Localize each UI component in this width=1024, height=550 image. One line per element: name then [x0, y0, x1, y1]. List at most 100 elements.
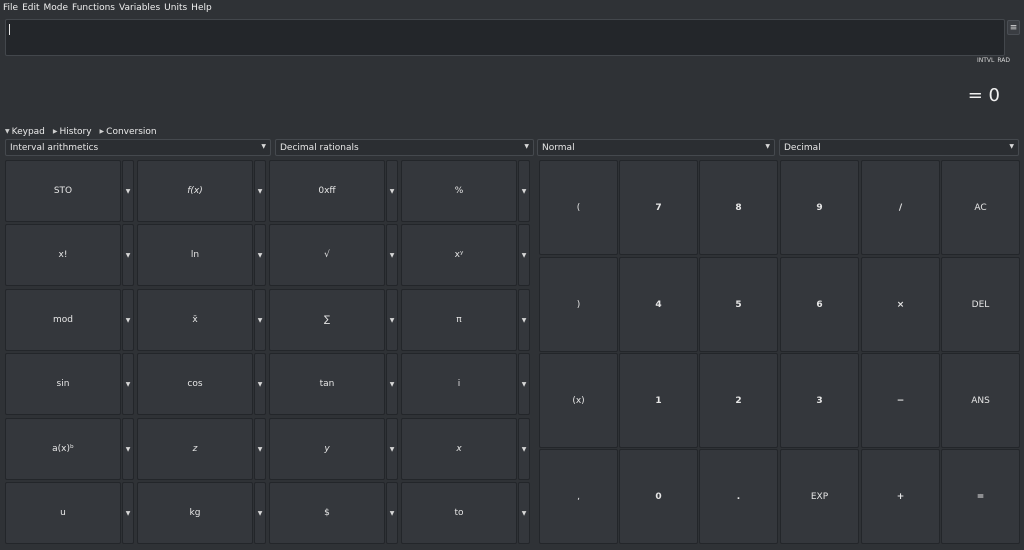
menu-file[interactable]: File — [3, 3, 18, 13]
convert-to-menu-button[interactable]: ▼ — [518, 482, 530, 544]
variable-y-button[interactable]: y — [269, 418, 385, 480]
close-paren-key[interactable]: ) — [539, 257, 618, 352]
unit-u-menu-button[interactable]: ▼ — [122, 482, 134, 544]
rational-mode-value: Decimal rationals — [280, 142, 359, 153]
menu-mode[interactable]: Mode — [44, 3, 69, 13]
pi-menu-button[interactable]: ▼ — [518, 289, 530, 351]
tab-history[interactable]: ▶ History — [53, 126, 92, 137]
variable-x-menu-button[interactable]: ▼ — [518, 418, 530, 480]
imaginary-menu-button[interactable]: ▼ — [518, 353, 530, 415]
unit-kg-button[interactable]: kg — [137, 482, 253, 544]
digit-9-key[interactable]: 9 — [780, 160, 859, 255]
answer-key[interactable]: ANS — [941, 353, 1020, 448]
variable-z-button[interactable]: z — [137, 418, 253, 480]
display-mode-select[interactable]: Normal ▼ — [537, 139, 775, 156]
sqrt-button[interactable]: √ — [269, 224, 385, 286]
all-clear-key[interactable]: AC — [941, 160, 1020, 255]
pi-button[interactable]: π — [401, 289, 517, 351]
menu-edit[interactable]: Edit — [22, 3, 39, 13]
dropdown-arrow-icon: ▼ — [125, 445, 131, 453]
sqrt-menu-button[interactable]: ▼ — [386, 224, 398, 286]
tab-keypad[interactable]: ▼ Keypad — [5, 126, 45, 137]
menu-variables[interactable]: Variables — [119, 3, 160, 13]
digit-6-key[interactable]: 6 — [780, 257, 859, 352]
dropdown-arrow-icon: ▼ — [125, 509, 131, 517]
tab-conversion[interactable]: ▶ Conversion — [100, 126, 157, 137]
menu-help[interactable]: Help — [191, 3, 212, 13]
tan-menu-button[interactable]: ▼ — [386, 353, 398, 415]
sin-button[interactable]: sin — [5, 353, 121, 415]
cos-menu-button[interactable]: ▼ — [254, 353, 266, 415]
rational-mode-select[interactable]: Decimal rationals ▼ — [275, 139, 534, 156]
exponent-key[interactable]: EXP — [780, 449, 859, 544]
unit-u-button[interactable]: u — [5, 482, 121, 544]
unit-kg-menu-button[interactable]: ▼ — [254, 482, 266, 544]
menu-button[interactable]: ≡ — [1007, 20, 1020, 35]
hamburger-icon: ≡ — [1009, 22, 1018, 33]
variable-z-menu-button[interactable]: ▼ — [254, 418, 266, 480]
function-button[interactable]: f(x) — [137, 160, 253, 222]
digit-2-key[interactable]: 2 — [699, 353, 778, 448]
add-key[interactable]: + — [861, 449, 940, 544]
currency-button[interactable]: $ — [269, 482, 385, 544]
percent-menu-button[interactable]: ▼ — [518, 160, 530, 222]
hex-button[interactable]: 0xff — [269, 160, 385, 222]
dropdown-arrow-icon: ▼ — [389, 316, 395, 324]
dropdown-arrow-icon: ▼ — [524, 143, 529, 150]
sto-button[interactable]: STO — [5, 160, 121, 222]
comma-key[interactable]: , — [539, 449, 618, 544]
percent-button[interactable]: % — [401, 160, 517, 222]
variable-y-menu-button[interactable]: ▼ — [386, 418, 398, 480]
expression-input[interactable] — [5, 19, 1005, 56]
digit-4-key[interactable]: 4 — [619, 257, 698, 352]
digit-0-key[interactable]: 0 — [619, 449, 698, 544]
open-paren-key[interactable]: ( — [539, 160, 618, 255]
ln-button[interactable]: ln — [137, 224, 253, 286]
interval-mode-select[interactable]: Interval arithmetics ▼ — [5, 139, 271, 156]
mod-menu-button[interactable]: ▼ — [122, 289, 134, 351]
dropdown-arrow-icon: ▼ — [521, 509, 527, 517]
power-button[interactable]: xʸ — [401, 224, 517, 286]
digit-3-key[interactable]: 3 — [780, 353, 859, 448]
sin-menu-button[interactable]: ▼ — [122, 353, 134, 415]
factorial-button[interactable]: x! — [5, 224, 121, 286]
digit-5-key[interactable]: 5 — [699, 257, 778, 352]
cos-button[interactable]: cos — [137, 353, 253, 415]
mean-menu-button[interactable]: ▼ — [254, 289, 266, 351]
number-base-select[interactable]: Decimal ▼ — [779, 139, 1019, 156]
tan-button[interactable]: tan — [269, 353, 385, 415]
number-base-value: Decimal — [784, 142, 821, 153]
dropdown-arrow-icon: ▼ — [765, 143, 770, 150]
multiply-key[interactable]: × — [861, 257, 940, 352]
dropdown-arrow-icon: ▼ — [125, 251, 131, 259]
decimal-point-key[interactable]: . — [699, 449, 778, 544]
factorial-menu-button[interactable]: ▼ — [122, 224, 134, 286]
ln-menu-button[interactable]: ▼ — [254, 224, 266, 286]
subtract-key[interactable]: − — [861, 353, 940, 448]
variable-x-button[interactable]: x — [401, 418, 517, 480]
function-menu-button[interactable]: ▼ — [254, 160, 266, 222]
currency-menu-button[interactable]: ▼ — [386, 482, 398, 544]
digit-8-key[interactable]: 8 — [699, 160, 778, 255]
menu-units[interactable]: Units — [164, 3, 187, 13]
mod-button[interactable]: mod — [5, 289, 121, 351]
sum-button[interactable]: ∑ — [269, 289, 385, 351]
mean-button[interactable]: x̄ — [137, 289, 253, 351]
imaginary-button[interactable]: i — [401, 353, 517, 415]
equals-key[interactable]: = — [941, 449, 1020, 544]
digit-7-key[interactable]: 7 — [619, 160, 698, 255]
menubar: File Edit Mode Functions Variables Units… — [0, 0, 1024, 16]
sto-menu-button[interactable]: ▼ — [122, 160, 134, 222]
power-menu-button[interactable]: ▼ — [518, 224, 530, 286]
exponent-form-button[interactable]: a(x)ᵇ — [5, 418, 121, 480]
wrap-paren-key[interactable]: (x) — [539, 353, 618, 448]
divide-key[interactable]: / — [861, 160, 940, 255]
hex-menu-button[interactable]: ▼ — [386, 160, 398, 222]
digit-1-key[interactable]: 1 — [619, 353, 698, 448]
convert-to-button[interactable]: to — [401, 482, 517, 544]
menu-functions[interactable]: Functions — [72, 3, 115, 13]
delete-key[interactable]: DEL — [941, 257, 1020, 352]
exponent-form-menu-button[interactable]: ▼ — [122, 418, 134, 480]
sum-menu-button[interactable]: ▼ — [386, 289, 398, 351]
display-mode-value: Normal — [542, 142, 575, 153]
